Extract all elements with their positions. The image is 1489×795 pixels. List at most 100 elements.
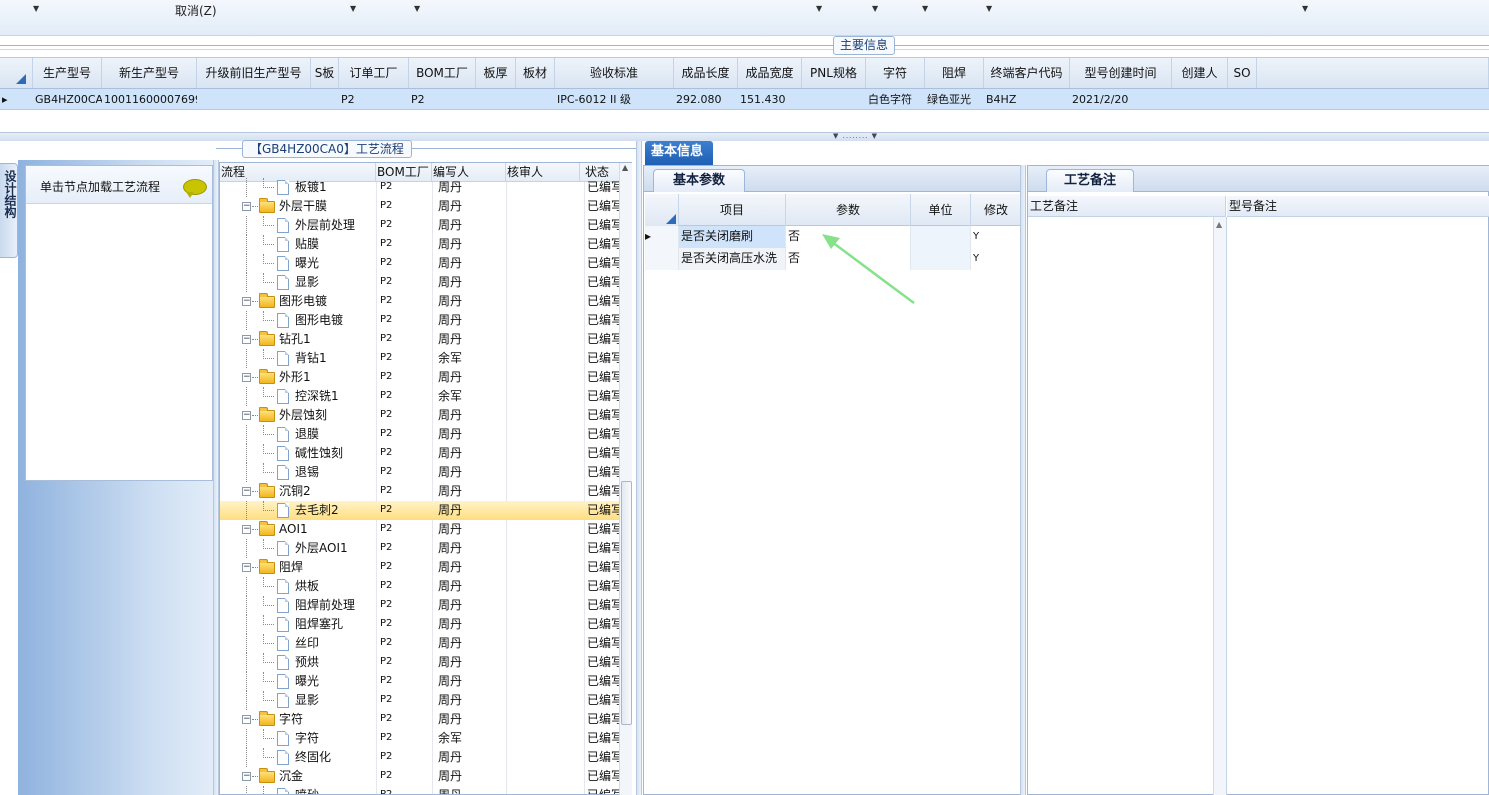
tree-row[interactable]: 图形电镀 P2 周丹 已编写 xyxy=(220,311,620,330)
tree-row[interactable]: 字符 P2 余军 已编写 xyxy=(220,729,620,748)
main-grid-col-4[interactable]: 订单工厂 xyxy=(339,58,409,88)
right-splitter[interactable] xyxy=(1020,165,1026,795)
tree-node[interactable]: 终固化 xyxy=(220,748,376,767)
tree-row[interactable]: 背钻1 P2 余军 已编写 xyxy=(220,349,620,368)
tree-row[interactable]: 终固化 P2 周丹 已编写 xyxy=(220,748,620,767)
dropdown-arrow-icon[interactable]: ▼ xyxy=(872,4,878,13)
tree-row[interactable]: 烘板 P2 周丹 已编写 xyxy=(220,577,620,596)
tree-row[interactable]: 预烘 P2 周丹 已编写 xyxy=(220,653,620,672)
main-grid-col-5[interactable]: BOM工厂 xyxy=(409,58,476,88)
tree-node[interactable]: 喷砂 xyxy=(220,786,376,794)
dropdown-arrow-icon[interactable]: ▼ xyxy=(414,4,420,13)
col-unit[interactable]: 单位 xyxy=(911,194,971,226)
tree-node[interactable]: 显影 xyxy=(220,691,376,710)
collapse-icon[interactable]: − xyxy=(242,335,251,344)
tree-row[interactable]: 外层前处理 P2 周丹 已编写 xyxy=(220,216,620,235)
tree-row[interactable]: − 图形电镀 P2 周丹 已编写 xyxy=(220,292,620,311)
col-param[interactable]: 参数 xyxy=(786,194,911,226)
tree-row[interactable]: − 字符 P2 周丹 已编写 xyxy=(220,710,620,729)
collapse-icon[interactable]: − xyxy=(242,525,251,534)
tree-row[interactable]: 外层AOI1 P2 周丹 已编写 xyxy=(220,539,620,558)
dropdown-arrow-icon[interactable]: ▼ xyxy=(33,4,39,13)
main-grid-col-14[interactable]: 终端客户代码 xyxy=(984,58,1070,88)
tree-node[interactable]: 背钻1 xyxy=(220,349,376,368)
tree-node[interactable]: 外层前处理 xyxy=(220,216,376,235)
tree-node[interactable]: 外层AOI1 xyxy=(220,539,376,558)
main-grid-col-9[interactable]: 成品长度 xyxy=(674,58,738,88)
tab-basic-params[interactable]: 基本参数 xyxy=(653,169,745,192)
collapse-icon[interactable]: − xyxy=(242,373,251,382)
collapse-icon[interactable]: − xyxy=(242,202,251,211)
tree-row[interactable]: 喷砂 P2 周丹 已编写 xyxy=(220,786,620,794)
tree-node[interactable]: − 图形电镀 xyxy=(220,292,376,311)
tree-row[interactable]: 显影 P2 周丹 已编写 xyxy=(220,273,620,292)
tree-row[interactable]: − AOI1 P2 周丹 已编写 xyxy=(220,520,620,539)
tree-node[interactable]: 曝光 xyxy=(220,672,376,691)
tree-node[interactable]: 去毛刺2 xyxy=(220,501,376,520)
main-grid-col-6[interactable]: 板厚 xyxy=(476,58,516,88)
tree-node[interactable]: 碱性蚀刻 xyxy=(220,444,376,463)
tree-node[interactable]: 烘板 xyxy=(220,577,376,596)
tree-node[interactable]: 阻焊前处理 xyxy=(220,596,376,615)
scrollbar-thumb[interactable] xyxy=(621,481,632,725)
dropdown-arrow-icon[interactable]: ▼ xyxy=(816,4,822,13)
dropdown-arrow-icon[interactable]: ▼ xyxy=(986,4,992,13)
tree-node[interactable]: − 沉铜2 xyxy=(220,482,376,501)
main-grid-col-3[interactable]: S板 xyxy=(311,58,339,88)
tree-node[interactable]: − 外层干膜 xyxy=(220,197,376,216)
horizontal-splitter[interactable]: ▼ ........ ▼ xyxy=(0,132,1489,141)
main-grid-col-2[interactable]: 升级前旧生产型号 xyxy=(197,58,311,88)
tab-basic-info[interactable]: 基本信息 xyxy=(645,141,713,165)
tree-row[interactable]: 阻焊前处理 P2 周丹 已编写 xyxy=(220,596,620,615)
tree-row[interactable]: 阻焊塞孔 P2 周丹 已编写 xyxy=(220,615,620,634)
tree-node[interactable]: 阻焊塞孔 xyxy=(220,615,376,634)
tree-row[interactable]: − 沉金 P2 周丹 已编写 xyxy=(220,767,620,786)
tree-node[interactable]: 贴膜 xyxy=(220,235,376,254)
tree-node[interactable]: 显影 xyxy=(220,273,376,292)
tree-node[interactable]: 图形电镀 xyxy=(220,311,376,330)
main-grid-col-11[interactable]: PNL规格 xyxy=(802,58,866,88)
main-grid-col-15[interactable]: 型号创建时间 xyxy=(1070,58,1172,88)
tree-row[interactable]: 曝光 P2 周丹 已编写 xyxy=(220,672,620,691)
tree-row[interactable]: 板镀1 P2 周丹 已编写 xyxy=(220,178,620,197)
tab-design-structure[interactable]: 设计结构 xyxy=(0,163,18,258)
main-grid-col-7[interactable]: 板材 xyxy=(516,58,555,88)
tree-node[interactable]: − 阻焊 xyxy=(220,558,376,577)
cancel-button[interactable]: 取消(Z) xyxy=(175,2,217,19)
dropdown-arrow-icon[interactable]: ▼ xyxy=(1302,4,1308,13)
dropdown-arrow-icon[interactable]: ▼ xyxy=(922,4,928,13)
main-grid-col-8[interactable]: 验收标准 xyxy=(555,58,674,88)
splitter-grip-icon[interactable]: ▼ ........ ▼ xyxy=(833,132,878,140)
main-grid-row[interactable]: ▸ GB4HZ00CA010011600007699 P2 P2 IPC-6012 II… xyxy=(0,89,1489,110)
tree-row[interactable]: 贴膜 P2 周丹 已编写 xyxy=(220,235,620,254)
middle-splitter[interactable] xyxy=(636,141,642,795)
col-modify[interactable]: 修改 xyxy=(971,194,1021,226)
tree-node[interactable]: − 字符 xyxy=(220,710,376,729)
main-grid-col-0[interactable]: 生产型号 xyxy=(33,58,102,88)
main-grid-col-10[interactable]: 成品宽度 xyxy=(738,58,802,88)
tree-row[interactable]: − 外层干膜 P2 周丹 已编写 xyxy=(220,197,620,216)
main-grid-col-1[interactable]: 新生产型号 xyxy=(102,58,197,88)
tree-scrollbar[interactable]: ▲ xyxy=(619,163,632,795)
remark-scrollbar[interactable]: ▲ xyxy=(1213,217,1226,795)
tree-node[interactable]: − 沉金 xyxy=(220,767,376,786)
collapse-icon[interactable]: − xyxy=(242,411,251,420)
tree-row[interactable]: − 外形1 P2 周丹 已编写 xyxy=(220,368,620,387)
main-grid-col-16[interactable]: 创建人 xyxy=(1172,58,1228,88)
collapse-icon[interactable]: − xyxy=(242,772,251,781)
tree-node[interactable]: 曝光 xyxy=(220,254,376,273)
tree-row[interactable]: 丝印 P2 周丹 已编写 xyxy=(220,634,620,653)
tree-node[interactable]: 控深铣1 xyxy=(220,387,376,406)
tree-node[interactable]: − 钻孔1 xyxy=(220,330,376,349)
tab-process-remarks[interactable]: 工艺备注 xyxy=(1046,169,1134,192)
tree-row[interactable]: 退锡 P2 周丹 已编写 xyxy=(220,463,620,482)
tree-node[interactable]: 板镀1 xyxy=(220,178,376,197)
tree-node[interactable]: 预烘 xyxy=(220,653,376,672)
tree-node[interactable]: 退锡 xyxy=(220,463,376,482)
scroll-up-icon[interactable]: ▲ xyxy=(622,163,628,172)
tree-node[interactable]: 字符 xyxy=(220,729,376,748)
tree-row[interactable]: 曝光 P2 周丹 已编写 xyxy=(220,254,620,273)
col-item[interactable]: 项目 xyxy=(679,194,786,226)
main-grid-col-13[interactable]: 阻焊 xyxy=(925,58,984,88)
tree-row[interactable]: − 外层蚀刻 P2 周丹 已编写 xyxy=(220,406,620,425)
